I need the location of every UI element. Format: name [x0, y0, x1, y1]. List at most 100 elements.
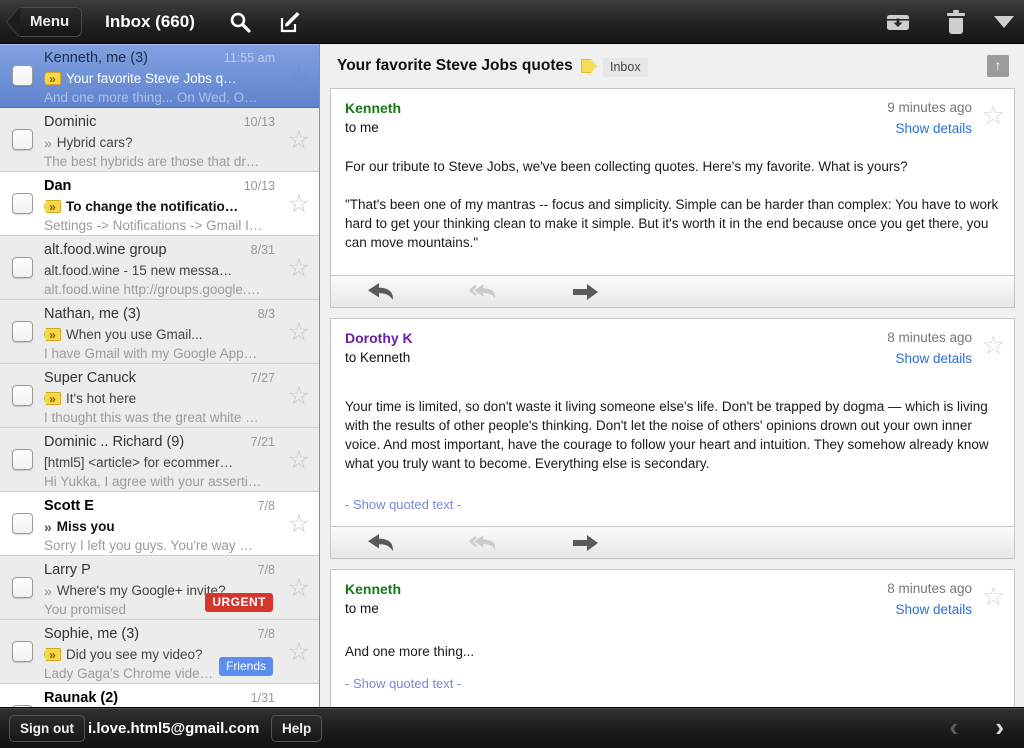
body-paragraph: And one more thing...	[345, 642, 1000, 661]
previous-conversation-icon[interactable]: ‹	[949, 712, 958, 743]
checkbox[interactable]	[12, 193, 33, 214]
collapse-up-button[interactable]: ↑	[987, 55, 1009, 77]
timestamp: 7/21	[251, 435, 275, 449]
subject: [html5] <article> for ecommer…	[44, 455, 233, 470]
compose-icon[interactable]	[276, 8, 304, 36]
sender: Dominic .. Richard (9)	[44, 434, 184, 450]
checkbox[interactable]	[12, 577, 33, 598]
reply-icon[interactable]	[367, 534, 395, 552]
checkbox[interactable]	[12, 65, 33, 86]
importance-marker-icon: »	[44, 200, 61, 213]
trash-icon[interactable]	[942, 8, 970, 36]
list-item-scott[interactable]: Scott E7/8 »Miss you Sorry I left you gu…	[0, 492, 319, 556]
importance-marker-icon: »	[44, 392, 61, 405]
message-header[interactable]: Kenneth to me 9 minutes ago Show details…	[331, 89, 1014, 139]
top-bar: Menu Inbox (660)	[0, 0, 1024, 44]
snippet: Sorry I left you guys. You're way …	[44, 538, 253, 553]
star-icon[interactable]: ☆	[982, 102, 1005, 128]
timestamp: 10/13	[244, 179, 275, 193]
list-item-dominic[interactable]: Dominic10/13 »Hybrid cars? The best hybr…	[0, 108, 319, 172]
timestamp: 1/31	[251, 691, 275, 705]
star-icon[interactable]: ☆	[982, 332, 1005, 358]
reply-icon[interactable]	[367, 283, 395, 301]
timestamp: 8/3	[258, 307, 275, 321]
star-icon[interactable]: ☆	[288, 447, 310, 473]
list-item-larry[interactable]: Larry P7/8 »Where's my Google+ invite? Y…	[0, 556, 319, 620]
list-item-dan[interactable]: Dan10/13 »To change the notificatio… Set…	[0, 172, 319, 236]
star-icon[interactable]: ☆	[982, 583, 1005, 609]
message-card-2: Dorothy K to Kenneth 8 minutes ago Show …	[330, 318, 1015, 559]
snippet: Settings -> Notifications -> Gmail I…	[44, 218, 262, 233]
search-icon[interactable]	[226, 8, 254, 36]
show-details-link[interactable]: Show details	[887, 602, 972, 617]
message-actions-bar	[331, 275, 1014, 307]
sender: Dominic	[44, 114, 96, 130]
conversation-pane: Your favorite Steve Jobs quotes Inbox ↑ …	[321, 44, 1024, 707]
show-quoted-text-link[interactable]: - Show quoted text -	[345, 497, 461, 512]
star-icon[interactable]: ☆	[288, 575, 310, 601]
snippet: And one more thing... On Wed, O…	[44, 90, 258, 105]
message-header[interactable]: Dorothy K to Kenneth 8 minutes ago Show …	[331, 319, 1014, 369]
sender: Nathan, me (3)	[44, 306, 141, 322]
checkbox[interactable]	[12, 129, 33, 150]
list-item-sophie[interactable]: Sophie, me (3)7/8 »Did you see my video?…	[0, 620, 319, 684]
star-icon[interactable]: ☆	[288, 127, 310, 153]
show-quoted-text-link[interactable]: - Show quoted text -	[345, 676, 461, 691]
message-actions-bar	[331, 526, 1014, 558]
timestamp: 7/8	[258, 499, 275, 513]
timestamp: 8/31	[251, 243, 275, 257]
message-body: And one more thing...	[331, 620, 1014, 675]
forward-icon[interactable]	[571, 283, 599, 301]
message-body: For our tribute to Steve Jobs, we've bee…	[331, 139, 1014, 275]
checkbox[interactable]	[12, 385, 33, 406]
list-item-nathan[interactable]: Nathan, me (3) 8/3 » When you use Gmail...…	[0, 300, 319, 364]
archive-icon[interactable]	[884, 8, 912, 36]
reply-all-icon[interactable]	[469, 534, 497, 552]
subject: Where's my Google+ invite?	[57, 583, 226, 598]
chevron-marker-icon: »	[44, 519, 52, 535]
star-icon[interactable]: ☆	[288, 319, 310, 345]
reply-all-icon[interactable]	[469, 283, 497, 301]
list-item-supercanuck[interactable]: Super Canuck7/27 »It's hot here I though…	[0, 364, 319, 428]
snippet: alt.food.wine http://groups.google.…	[44, 282, 260, 297]
checkbox[interactable]	[12, 513, 33, 534]
star-icon[interactable]: ☆	[288, 63, 310, 89]
show-details-link[interactable]: Show details	[887, 351, 972, 366]
snippet: You promised	[44, 602, 126, 617]
star-icon[interactable]: ☆	[288, 383, 310, 409]
label-arrow-icon	[581, 59, 597, 73]
help-button[interactable]: Help	[271, 715, 322, 742]
subject: To change the notificatio…	[66, 199, 238, 214]
snippet: I thought this was the great white …	[44, 410, 259, 425]
chevron-down-icon[interactable]	[990, 8, 1018, 36]
timestamp: 7/8	[258, 627, 275, 641]
message-header[interactable]: Kenneth to me 8 minutes ago Show details…	[331, 570, 1014, 620]
star-icon[interactable]: ☆	[288, 255, 310, 281]
checkbox[interactable]	[12, 257, 33, 278]
friends-badge: Friends	[219, 657, 273, 676]
body-paragraph: Your time is limited, so don't waste it …	[345, 397, 1000, 473]
checkbox[interactable]	[12, 641, 33, 662]
checkbox[interactable]	[12, 321, 33, 342]
checkbox[interactable]	[12, 449, 33, 470]
timestamp: 10/13	[244, 115, 275, 129]
star-icon[interactable]: ☆	[288, 191, 310, 217]
snippet: I have Gmail with my Google App…	[44, 346, 257, 361]
importance-marker-icon: »	[44, 328, 61, 341]
next-conversation-icon[interactable]: ›	[995, 712, 1004, 743]
sign-out-button[interactable]: Sign out	[9, 715, 85, 742]
forward-icon[interactable]	[571, 534, 599, 552]
message-body: Your time is limited, so don't waste it …	[331, 369, 1014, 496]
star-icon[interactable]: ☆	[288, 511, 310, 537]
show-details-link[interactable]: Show details	[887, 121, 972, 136]
list-item-dominic-richard[interactable]: Dominic .. Richard (9) 7/21 [html5] <arti…	[0, 428, 319, 492]
subject: It's hot here	[66, 391, 136, 406]
star-icon[interactable]: ☆	[288, 639, 310, 665]
inbox-label-chip[interactable]: Inbox	[603, 58, 648, 77]
list-item-raunak[interactable]: Raunak (2)1/31	[0, 684, 319, 707]
list-item-kenneth[interactable]: Kenneth, me (3)11:55 am »Your favorite S…	[0, 44, 319, 108]
sender: alt.food.wine group	[44, 242, 167, 258]
list-item-altfoodwine[interactable]: alt.food.wine group 8/31 alt.food.wine - …	[0, 236, 319, 300]
subject: alt.food.wine - 15 new messa…	[44, 263, 232, 278]
subject: When you use Gmail...	[66, 327, 203, 342]
